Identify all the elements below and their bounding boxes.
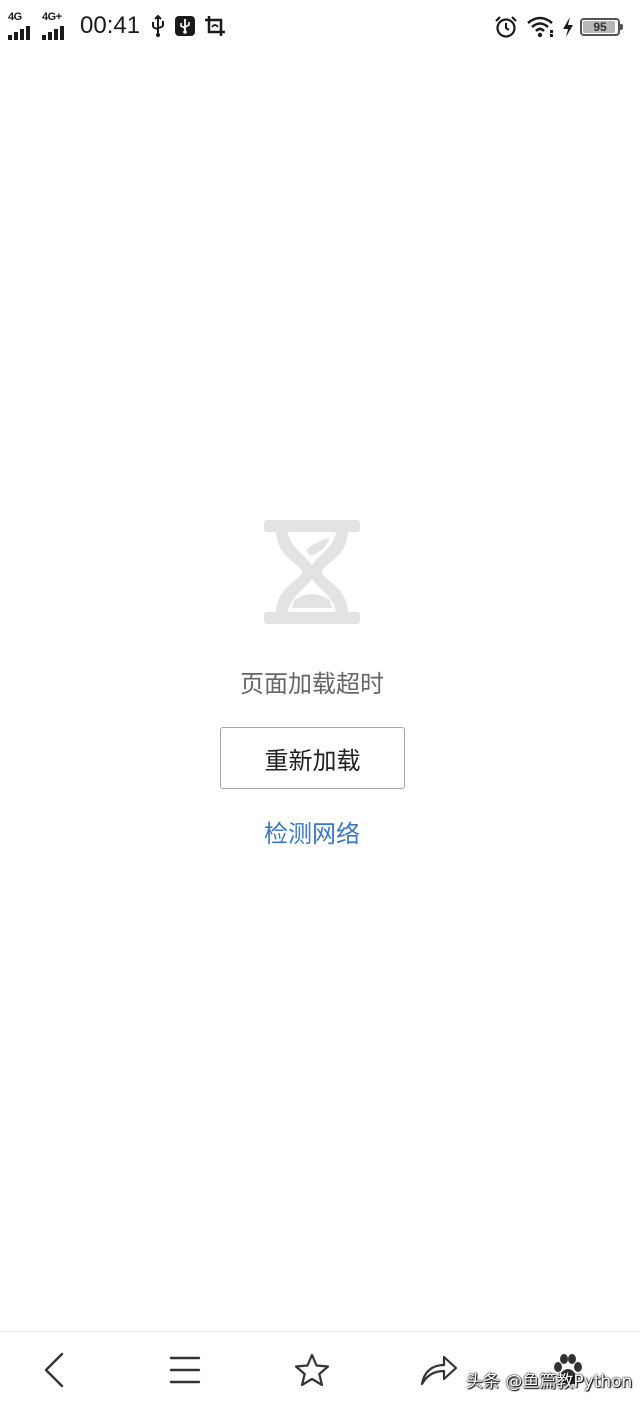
screenshot-icon xyxy=(204,15,226,37)
signal-bars-icon xyxy=(8,26,30,40)
check-network-link[interactable]: 检测网络 xyxy=(0,816,624,852)
favorite-button[interactable] xyxy=(292,1350,332,1390)
browser-screen: 4G 4G+ 00:41 95 页面加载超时 重新加载 检测网络 头条 @鱼篇教… xyxy=(0,0,640,1402)
watermark: 头条 @鱼篇教Python xyxy=(466,1372,633,1392)
back-icon xyxy=(44,1352,64,1388)
signal-1: 4G xyxy=(8,11,38,40)
status-bar-left: 4G 4G+ 00:41 xyxy=(8,10,234,42)
alarm-icon xyxy=(494,15,518,39)
signal-bars-icon xyxy=(42,26,64,40)
signal-2: 4G+ xyxy=(42,11,72,40)
back-button[interactable] xyxy=(34,1350,74,1390)
share-button[interactable] xyxy=(419,1350,459,1390)
usb-icon xyxy=(150,15,166,37)
battery-level: 95 xyxy=(593,20,607,34)
hourglass-icon xyxy=(262,518,362,626)
usb-debug-icon xyxy=(174,15,196,37)
charging-icon xyxy=(562,16,574,38)
battery-icon: 95 xyxy=(580,18,623,36)
timeout-message: 页面加载超时 xyxy=(240,670,384,698)
status-bar: 4G 4G+ 00:41 95 xyxy=(0,0,640,54)
menu-icon xyxy=(169,1356,201,1384)
star-icon xyxy=(294,1353,330,1387)
network-type-2: 4G+ xyxy=(42,11,62,23)
network-type-1: 4G xyxy=(8,11,22,23)
status-bar-right: 95 xyxy=(494,12,623,42)
reload-button[interactable]: 重新加载 xyxy=(220,727,405,789)
battery-nub xyxy=(620,24,623,30)
menu-button[interactable] xyxy=(165,1350,205,1390)
clock: 00:41 xyxy=(80,12,141,39)
wifi-icon xyxy=(526,16,554,38)
share-icon xyxy=(420,1355,458,1386)
